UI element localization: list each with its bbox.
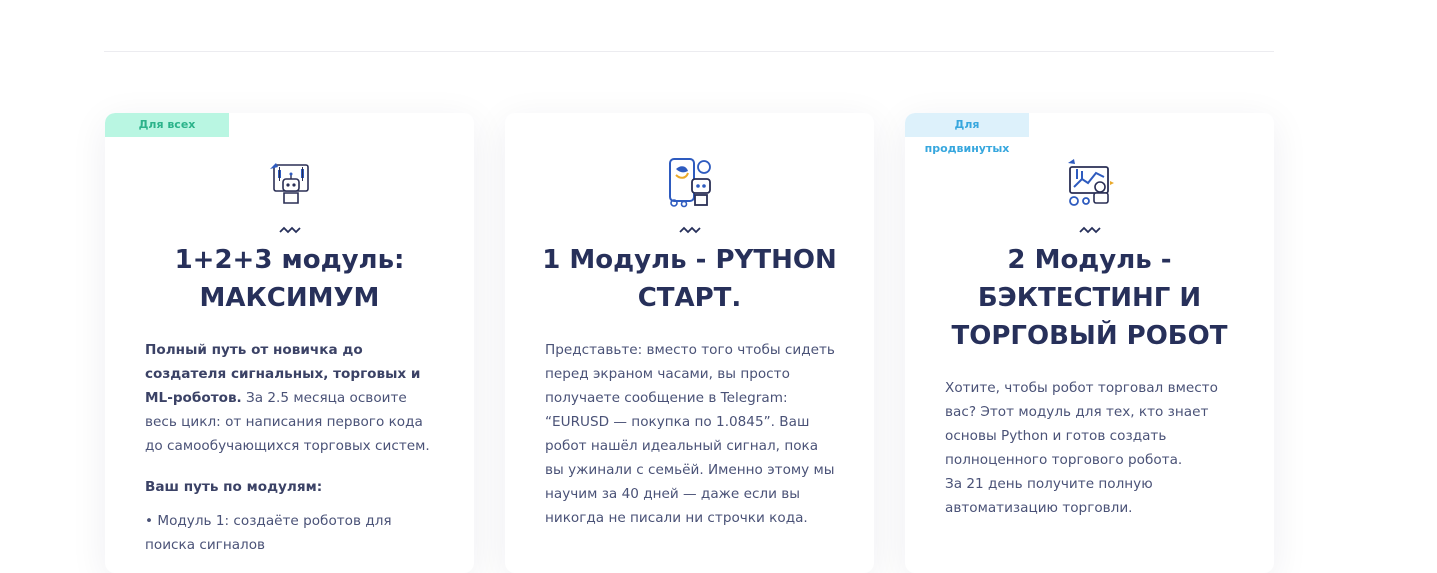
wave-divider-icon [278,226,301,234]
course-card-python-start[interactable]: 1 Модуль - PYTHON СТАРТ. Представьте: вм… [505,113,874,573]
card-description-duration: За 21 день получите полную автоматизацию… [945,476,1153,516]
badge-for-all: Для всех [105,113,229,137]
card-description: Хотите, чтобы робот торговал вместо вас?… [945,376,1225,520]
card-intro: Полный путь от новичка до создателя сигн… [145,338,435,458]
wave-divider-icon [678,226,701,234]
badge-advanced: Для продвинутых [905,113,1029,155]
robot-chart-icon [264,157,316,209]
path-heading: Ваш путь по модулям: [145,479,323,495]
card-title: 1+2+3 модуль: МАКСИМУМ [174,245,405,313]
card-title: 1 Модуль - PYTHON СТАРТ. [542,245,837,313]
card-title: 2 Модуль - БЭКТЕСТИНГ И ТОРГОВЫЙ РОБОТ [951,245,1228,351]
course-card-maximum[interactable]: Для всех 1+2+3 модуль: МАКСИМУМ Полный п… [105,113,474,573]
card-description: Представьте: вместо того чтобы сидеть пе… [545,342,835,526]
course-card-backtesting[interactable]: Для продвинутых 2 Модуль - БЭКТЕСТИНГ И … [905,113,1274,573]
card-description-main: Хотите, чтобы робот торговал вместо вас?… [945,380,1218,468]
section-divider [104,51,1274,52]
wave-divider-icon [1078,226,1101,234]
robot-trading-board-icon [1064,157,1116,209]
module-list-item: • Модуль 1: создаёте роботов для поиска … [145,513,392,553]
robot-python-phone-icon [664,157,716,209]
